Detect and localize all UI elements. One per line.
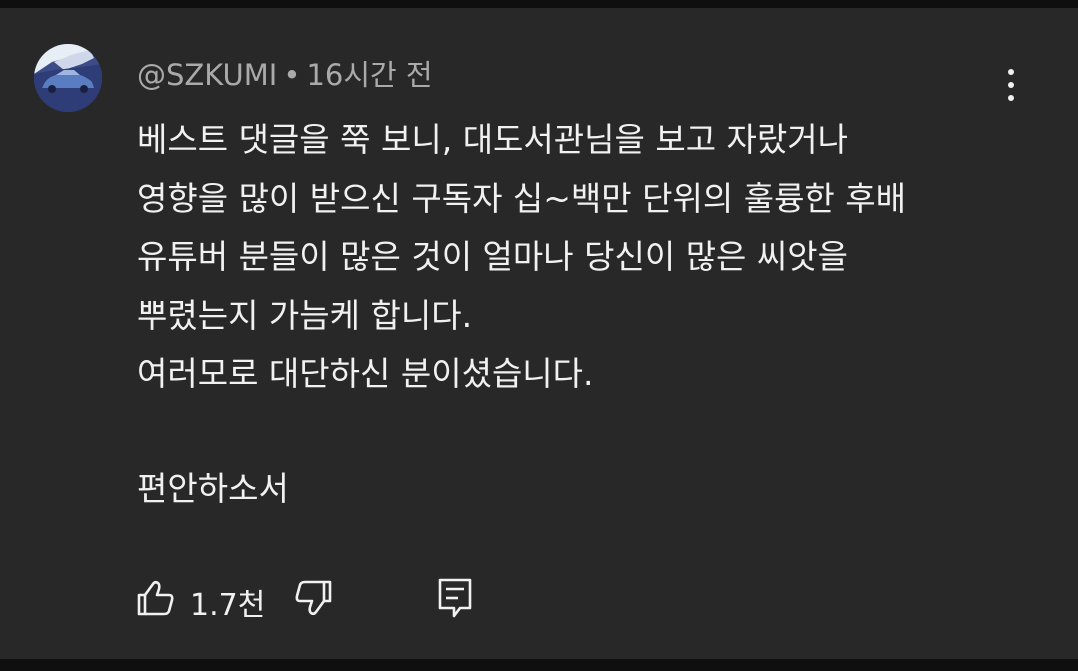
dislike-button[interactable] — [292, 568, 336, 628]
author-name[interactable]: @SZKUMI — [137, 58, 277, 92]
thumbs-up-icon — [137, 580, 174, 616]
comment-time[interactable]: 16시간 전 — [306, 58, 432, 92]
comment-body: 베스트 댓글을 쭉 보니, 대도서관님을 보고 자랐거나 영향을 많이 받으신 … — [137, 111, 1037, 518]
comment-line: 베스트 댓글을 쭉 보니, 대도서관님을 보고 자랐거나 — [137, 120, 848, 159]
avatar[interactable] — [34, 44, 102, 112]
like-button[interactable] — [133, 568, 177, 628]
reply-comment-icon — [438, 578, 472, 618]
like-count: 1.7천 — [190, 588, 266, 623]
more-vert-icon[interactable] — [996, 62, 1026, 108]
reply-button[interactable] — [434, 568, 478, 628]
comment-line: 유튜버 분들이 많은 것이 얼마나 당신이 많은 씨앗을 — [137, 237, 848, 276]
thumbs-down-icon — [295, 580, 332, 616]
comment-header: @SZKUMI • 16시간 전 — [137, 52, 433, 94]
comment-line: 뿌렸는지 가늠케 합니다. — [137, 295, 473, 335]
comment-line: 여러모로 대단하신 분이셨습니다. — [137, 354, 594, 393]
avatar-car-image — [34, 44, 102, 112]
comment-actions: 1.7천 — [0, 568, 1078, 628]
comment-closing: 편안하소서 — [137, 468, 289, 508]
comment-card: @SZKUMI • 16시간 전 베스트 댓글을 쭉 보니, 대도서관님을 보고 자… — [0, 0, 1078, 671]
comment-line: 영향을 많이 받으신 구독자 십~백만 단위의 훌륭한 후배 — [137, 178, 906, 218]
meta-separator: • — [283, 58, 301, 92]
